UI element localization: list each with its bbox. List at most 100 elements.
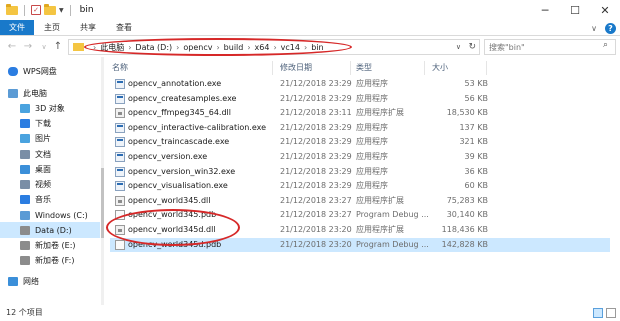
up-button[interactable]: ↑ bbox=[50, 39, 66, 55]
chevron-right-icon[interactable]: › bbox=[93, 43, 96, 52]
chevron-right-icon[interactable]: › bbox=[128, 43, 131, 52]
file-row[interactable]: opencv_visualisation.exe 21/12/2018 23:29… bbox=[110, 179, 610, 193]
column-header-size[interactable]: 大小 bbox=[432, 61, 448, 75]
customize-toolbar-icon[interactable]: ▼ bbox=[59, 7, 64, 14]
chevron-right-icon[interactable]: › bbox=[273, 43, 276, 52]
tab-file[interactable]: 文件 bbox=[0, 20, 34, 35]
file-row[interactable]: opencv_world345.dll 21/12/2018 23:27 应用程序扩… bbox=[110, 194, 610, 208]
nav-item-volume-e[interactable]: 新加卷 (E:) bbox=[20, 237, 76, 253]
column-divider[interactable] bbox=[486, 61, 487, 75]
file-type: 应用程序 bbox=[356, 93, 388, 103]
file-row[interactable]: opencv_createsamples.exe 21/12/2018 23:29… bbox=[110, 92, 610, 106]
file-date: 21/12/2018 23:29 bbox=[280, 152, 352, 161]
file-list: 名称 修改日期 类型 大小 opencv_annotation.exe 21/12… bbox=[104, 57, 620, 305]
breadcrumb-this-pc[interactable]: 此电脑 bbox=[100, 42, 124, 53]
desktop-icon bbox=[20, 164, 30, 174]
nav-item-network[interactable]: 网络 bbox=[8, 273, 39, 289]
expand-ribbon-icon[interactable]: ∨ bbox=[591, 24, 597, 33]
file-type: 应用程序扩展 bbox=[356, 225, 404, 234]
nav-item-wps-cloud[interactable]: WPS网盘 bbox=[8, 63, 57, 79]
nav-item-desktop[interactable]: 桌面 bbox=[20, 161, 51, 177]
tab-share[interactable]: 共享 bbox=[70, 20, 106, 35]
help-icon[interactable]: ? bbox=[605, 22, 616, 34]
close-button[interactable]: ✕ bbox=[590, 0, 620, 20]
large-icons-view-icon[interactable] bbox=[606, 308, 616, 318]
file-date: 21/12/2018 23:27 bbox=[280, 210, 352, 220]
breadcrumb-opencv[interactable]: opencv bbox=[183, 43, 212, 52]
nav-item-documents[interactable]: 文档 bbox=[20, 146, 51, 162]
minimize-button[interactable]: ─ bbox=[530, 0, 560, 20]
column-header-date[interactable]: 修改日期 bbox=[280, 61, 312, 75]
file-row[interactable]: opencv_traincascade.exe 21/12/2018 23:29 应… bbox=[110, 135, 610, 149]
video-icon bbox=[20, 179, 30, 189]
search-input[interactable] bbox=[484, 39, 616, 55]
executable-icon bbox=[115, 122, 125, 133]
network-icon bbox=[8, 276, 18, 286]
tab-view[interactable]: 查看 bbox=[106, 20, 142, 35]
file-date: 21/12/2018 23:20 bbox=[280, 239, 352, 249]
back-button[interactable]: ← bbox=[4, 39, 20, 55]
file-name: opencv_version_win32.exe bbox=[128, 166, 236, 176]
breadcrumb-bin[interactable]: bin bbox=[311, 43, 323, 52]
forward-button[interactable]: → bbox=[20, 39, 36, 55]
executable-icon bbox=[115, 79, 125, 89]
file-row[interactable]: opencv_version.exe 21/12/2018 23:29 应用程序 39… bbox=[110, 150, 610, 164]
column-divider[interactable] bbox=[350, 61, 351, 75]
column-header-name[interactable]: 名称 bbox=[112, 61, 128, 75]
address-bar[interactable]: › 此电脑 › Data (D:) › opencv › build › x64… bbox=[68, 39, 480, 55]
column-header-type[interactable]: 类型 bbox=[356, 61, 372, 75]
file-type: 应用程序 bbox=[356, 79, 388, 88]
file-type: 应用程序 bbox=[356, 122, 388, 132]
nav-item-videos[interactable]: 视频 bbox=[20, 176, 51, 192]
file-name: opencv_traincascade.exe bbox=[128, 137, 230, 147]
file-row[interactable]: opencv_world345d.pdb 21/12/2018 23:20 Prog… bbox=[110, 237, 610, 252]
chevron-right-icon[interactable]: › bbox=[216, 43, 219, 52]
file-name: opencv_ffmpeg345_64.dll bbox=[128, 108, 231, 118]
breadcrumb-data-d[interactable]: Data (D:) bbox=[135, 43, 172, 52]
file-row[interactable]: opencv_ffmpeg345_64.dll 21/12/2018 23:11 应… bbox=[110, 106, 610, 120]
dll-file-icon bbox=[115, 108, 125, 119]
file-date: 21/12/2018 23:11 bbox=[280, 108, 352, 118]
new-folder-icon[interactable] bbox=[44, 3, 56, 15]
nav-item-windows-c[interactable]: Windows (C:) bbox=[20, 207, 88, 223]
file-size: 118,436 KB bbox=[441, 225, 488, 234]
maximize-button[interactable]: ☐ bbox=[560, 0, 590, 20]
pdb-file-icon bbox=[115, 210, 125, 221]
search-icon[interactable]: ⌕ bbox=[603, 40, 608, 50]
tab-home[interactable]: 主页 bbox=[34, 20, 70, 35]
breadcrumb-x64[interactable]: x64 bbox=[255, 43, 270, 52]
nav-item-pictures[interactable]: 图片 bbox=[20, 130, 51, 146]
column-divider[interactable] bbox=[272, 61, 273, 75]
nav-item-data-d[interactable]: Data (D:) bbox=[0, 222, 100, 238]
nav-item-music[interactable]: 音乐 bbox=[20, 191, 51, 207]
column-divider[interactable] bbox=[424, 61, 425, 75]
file-row[interactable]: opencv_annotation.exe 21/12/2018 23:29 应用程… bbox=[110, 77, 610, 91]
chevron-right-icon[interactable]: › bbox=[247, 43, 250, 52]
nav-item-this-pc[interactable]: 此电脑 bbox=[8, 85, 47, 101]
breadcrumb-vc14[interactable]: vc14 bbox=[281, 43, 300, 52]
file-row[interactable]: opencv_interactive-calibration.exe 21/12/… bbox=[110, 121, 610, 135]
file-row[interactable]: opencv_version_win32.exe 21/12/2018 23:29… bbox=[110, 165, 610, 179]
chevron-right-icon[interactable]: › bbox=[176, 43, 179, 52]
executable-icon bbox=[115, 93, 125, 104]
file-row[interactable]: opencv_world345.pdb 21/12/2018 23:27 Progr… bbox=[110, 208, 610, 222]
breadcrumb-build[interactable]: build bbox=[224, 43, 244, 52]
properties-icon[interactable]: ✓ bbox=[31, 5, 41, 15]
nav-item-volume-f[interactable]: 新加卷 (F:) bbox=[20, 252, 74, 268]
file-row[interactable]: opencv_world345d.dll 21/12/2018 23:20 应用程序… bbox=[110, 223, 610, 237]
file-name: opencv_world345d.dll bbox=[128, 225, 216, 234]
drive-icon bbox=[20, 255, 30, 265]
refresh-icon[interactable]: ↻ bbox=[468, 40, 476, 54]
file-size: 56 KB bbox=[464, 93, 488, 103]
divider bbox=[24, 4, 25, 16]
nav-item-downloads[interactable]: 下载 bbox=[20, 115, 51, 131]
file-name: opencv_world345.dll bbox=[128, 195, 211, 205]
chevron-right-icon[interactable]: › bbox=[304, 43, 307, 52]
file-type: 应用程序扩展 bbox=[356, 195, 404, 205]
chevron-down-icon[interactable]: ∨ bbox=[456, 40, 461, 54]
file-date: 21/12/2018 23:29 bbox=[280, 93, 352, 103]
file-type: 应用程序 bbox=[356, 137, 388, 147]
file-type: 应用程序 bbox=[356, 181, 388, 191]
nav-item-3d-objects[interactable]: 3D 对象 bbox=[20, 100, 65, 116]
details-view-icon[interactable] bbox=[593, 308, 603, 318]
